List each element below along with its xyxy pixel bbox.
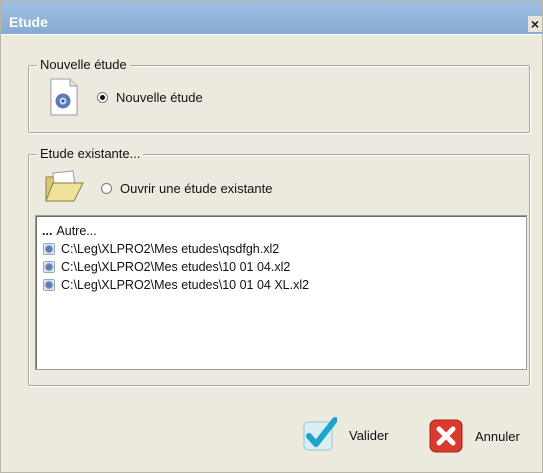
window-title: Etude — [9, 14, 48, 30]
existing-study-option-label: Ouvrir une étude existante — [120, 181, 273, 196]
recent-files-list[interactable]: ... Autre... C:\Leg\XLPRO2\Mes etudes\qs… — [35, 215, 527, 370]
close-button[interactable]: × — [528, 16, 542, 32]
existing-study-option[interactable]: Ouvrir une étude existante — [101, 181, 272, 196]
new-study-group-label: Nouvelle étude — [37, 57, 130, 72]
existing-study-group-label: Etude existante... — [37, 146, 144, 161]
study-file-icon — [43, 279, 55, 291]
validate-button[interactable]: Valider — [303, 417, 389, 453]
checkmark-icon — [303, 417, 337, 451]
list-item-other[interactable]: ... Autre... — [36, 222, 526, 240]
other-label: Autre... — [56, 224, 97, 238]
cancel-x-icon — [429, 419, 463, 453]
cancel-label: Annuler — [475, 428, 520, 444]
list-item[interactable]: C:\Leg\XLPRO2\Mes etudes\10 01 04.xl2 — [36, 258, 526, 276]
file-path: C:\Leg\XLPRO2\Mes etudes\10 01 04.xl2 — [61, 260, 291, 274]
study-file-icon — [43, 243, 55, 255]
list-item[interactable]: C:\Leg\XLPRO2\Mes etudes\qsdfgh.xl2 — [36, 240, 526, 258]
title-bar[interactable]: Etude × — [1, 1, 542, 35]
new-study-radio[interactable] — [97, 92, 108, 103]
study-file-icon — [43, 261, 55, 273]
list-item[interactable]: C:\Leg\XLPRO2\Mes etudes\10 01 04 XL.xl2 — [36, 276, 526, 294]
file-path: C:\Leg\XLPRO2\Mes etudes\10 01 04 XL.xl2 — [61, 278, 310, 292]
new-study-group: Nouvelle étude Nouvelle étude — [28, 57, 530, 133]
open-folder-icon — [45, 170, 84, 202]
other-dots: ... — [42, 224, 53, 238]
study-file-icon — [50, 78, 78, 116]
cancel-button[interactable]: Annuler — [429, 419, 520, 453]
validate-label: Valider — [349, 427, 389, 443]
etude-dialog: Etude × Nouvelle étude Nouvelle étude Et… — [0, 0, 543, 473]
existing-study-radio[interactable] — [101, 183, 112, 194]
new-study-option[interactable]: Nouvelle étude — [97, 90, 203, 105]
new-study-option-label: Nouvelle étude — [116, 90, 203, 105]
file-path: C:\Leg\XLPRO2\Mes etudes\qsdfgh.xl2 — [61, 242, 280, 256]
